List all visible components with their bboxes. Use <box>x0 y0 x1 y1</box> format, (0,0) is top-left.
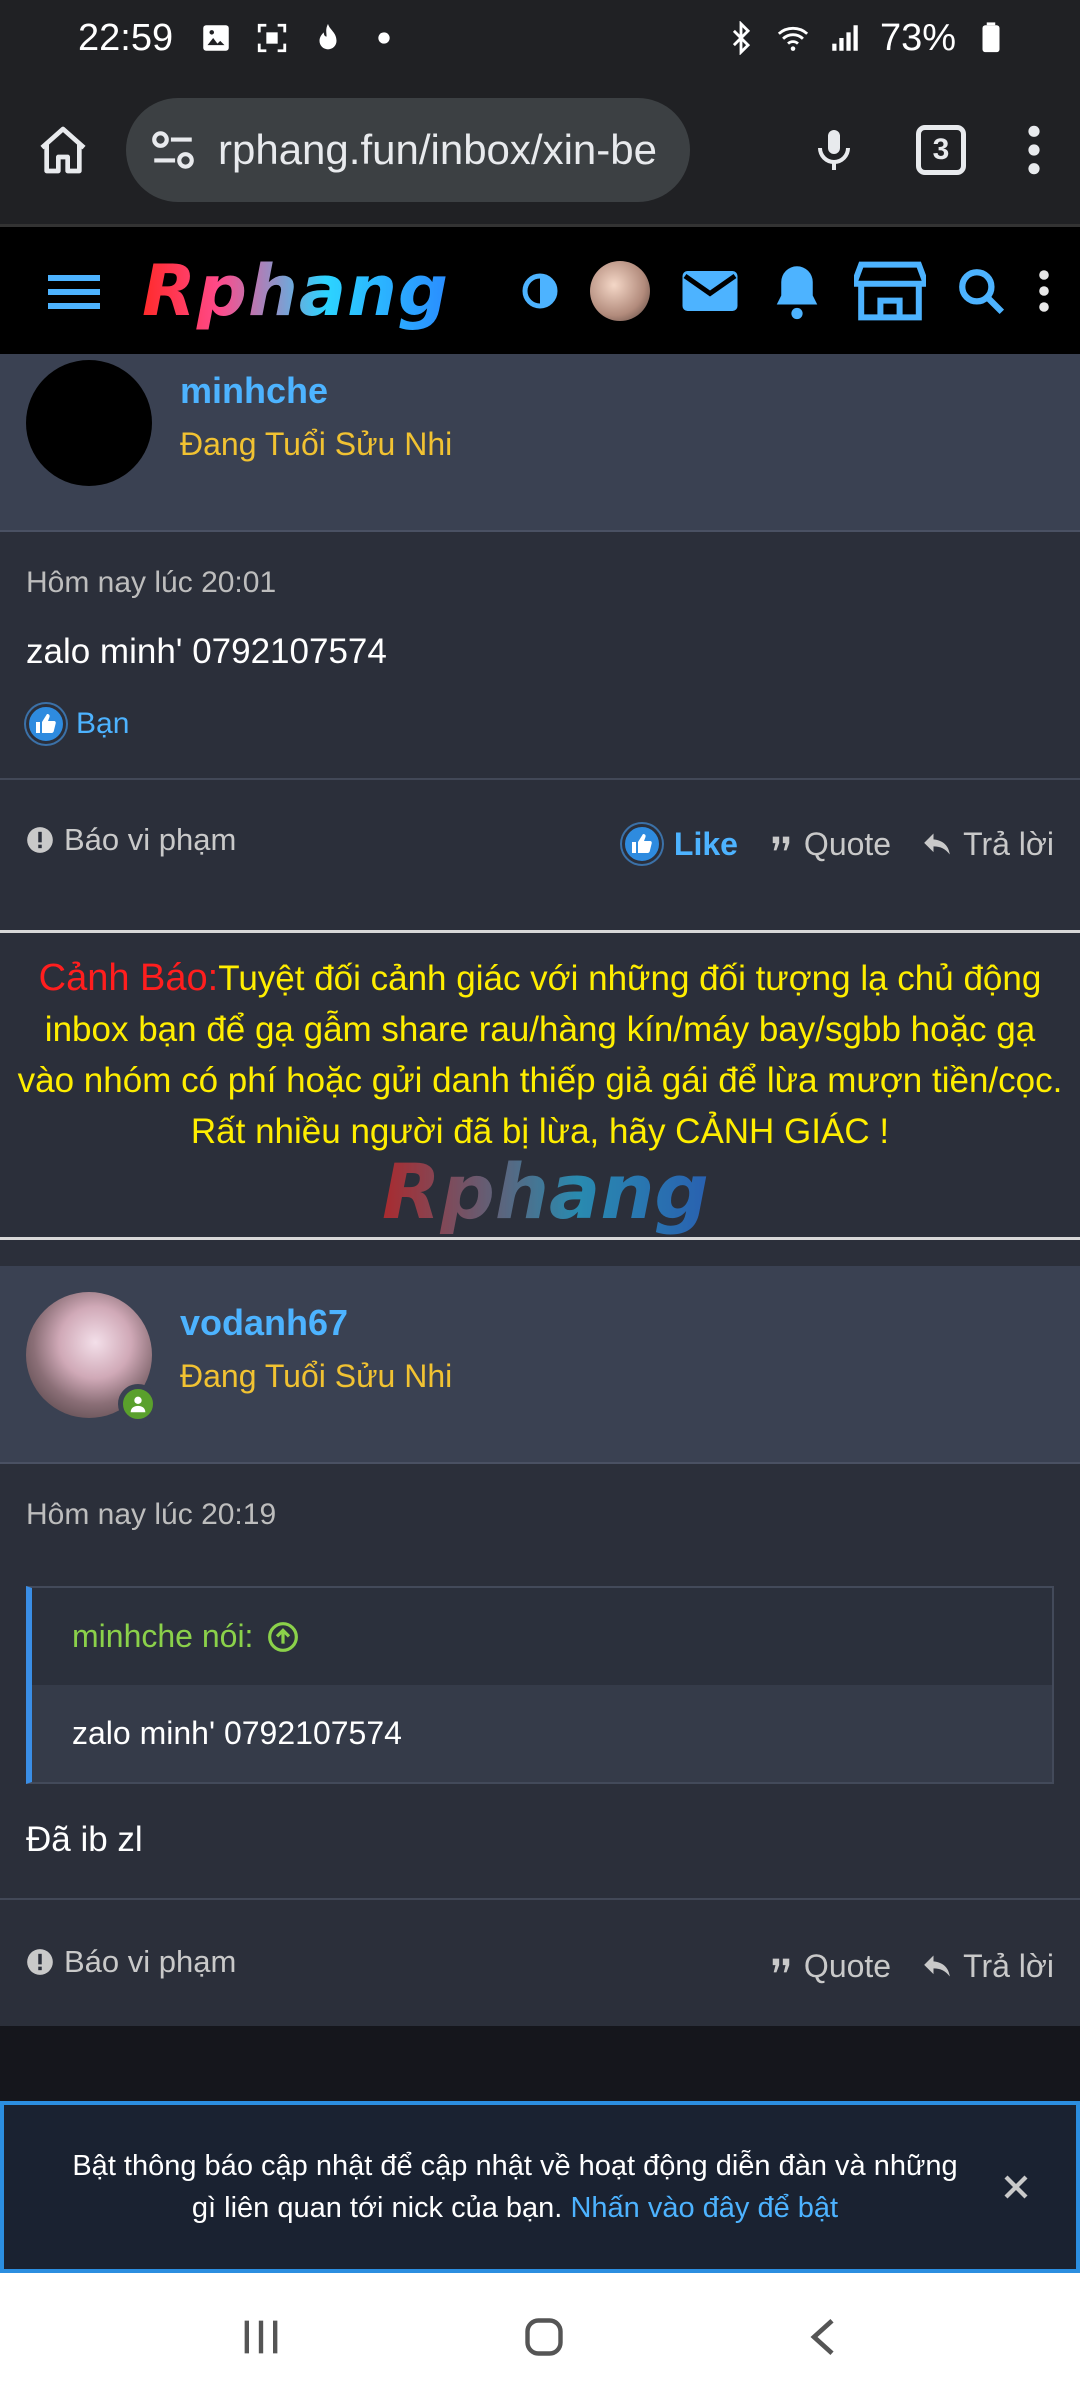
tab-switcher-button[interactable]: 3 <box>916 125 966 175</box>
post-user-header: minhche Đang Tuổi Sửu Nhi <box>0 354 1080 532</box>
status-right: 73% <box>724 17 1008 60</box>
post-username[interactable]: minhche <box>180 370 452 412</box>
close-notification-button[interactable] <box>996 2167 1036 2207</box>
mail-icon[interactable] <box>680 266 740 316</box>
post-time[interactable]: Hôm nay lúc 20:01 <box>26 532 1054 600</box>
browser-toolbar: rphang.fun/inbox/xin-be 3 <box>0 76 1080 224</box>
post-actions: Báo vi phạm Quote Trả lời <box>0 1898 1080 2024</box>
microphone-icon[interactable] <box>810 122 858 178</box>
reaction-list[interactable]: Bạn <box>26 704 1054 744</box>
reply-label[interactable]: Trả lời <box>963 1948 1054 1985</box>
store-icon[interactable] <box>854 259 926 323</box>
post-action-buttons: Quote Trả lời <box>770 1948 1054 1985</box>
quote-label[interactable]: Quote <box>804 1948 891 1985</box>
hamburger-menu-icon[interactable] <box>48 271 100 311</box>
reply-label[interactable]: Trả lời <box>963 826 1054 863</box>
notification-text: Bật thông báo cập nhật để cập nhật về ho… <box>64 2145 966 2229</box>
like-label[interactable]: Like <box>674 826 738 863</box>
status-time: 22:59 <box>78 16 174 59</box>
post-message: Đã ib zl <box>26 1820 143 1859</box>
theme-toggle-icon[interactable] <box>520 271 560 311</box>
battery-icon <box>982 22 1000 53</box>
status-notification-icons <box>199 21 401 55</box>
user-title: Đang Tuổi Sửu Nhi <box>180 1358 453 1394</box>
quote-block: minhche nói: zalo minh' 0792107574 <box>26 1586 1054 1784</box>
close-icon[interactable] <box>1001 2172 1031 2202</box>
like-button[interactable]: Like <box>621 824 738 864</box>
status-bar: 22:59 73% <box>0 0 1080 76</box>
report-label[interactable]: Báo vi phạm <box>64 1944 236 1980</box>
post-body: Hôm nay lúc 20:19 minhche nói: zalo minh… <box>0 1464 1080 1898</box>
browser-actions: 3 <box>810 122 1044 178</box>
avatar[interactable] <box>26 360 152 486</box>
online-status-icon <box>118 1384 158 1424</box>
thumbs-up-icon <box>621 824 662 864</box>
report-label[interactable]: Báo vi phạm <box>64 822 236 858</box>
site-logo[interactable]: Rphang <box>142 250 449 332</box>
avatar[interactable] <box>26 1292 158 1424</box>
site-nav-icons <box>520 259 1052 323</box>
quote-icon <box>772 1958 790 1973</box>
alert-icon <box>27 827 53 853</box>
reply-icon <box>924 1955 950 1977</box>
flame-icon <box>319 23 337 50</box>
quote-icon <box>772 836 790 851</box>
site-settings-icon[interactable] <box>148 125 198 175</box>
user-avatar[interactable] <box>590 260 650 321</box>
url-text[interactable]: rphang.fun/inbox/xin-be <box>218 126 657 174</box>
signal-icon <box>832 25 858 51</box>
report-button[interactable]: Báo vi phạm <box>26 1944 236 1980</box>
report-button[interactable]: Báo vi phạm <box>26 822 236 858</box>
recent-apps-icon[interactable] <box>239 2317 283 2357</box>
post-time[interactable]: Hôm nay lúc 20:19 <box>26 1464 1054 1532</box>
dot-icon <box>378 32 390 44</box>
wifi-icon <box>777 26 809 51</box>
quote-button[interactable]: Quote <box>770 1948 891 1985</box>
home-nav-icon[interactable] <box>522 2315 566 2359</box>
home-button[interactable] <box>30 117 96 183</box>
quote-author[interactable]: minhche nói: <box>72 1618 253 1655</box>
battery-percent: 73% <box>879 16 956 59</box>
quote-header[interactable]: minhche nói: <box>32 1588 1052 1685</box>
page-background <box>0 2026 1080 2101</box>
post-username[interactable]: vodanh67 <box>180 1302 452 1344</box>
site-header: Rphang <box>0 224 1080 354</box>
post-action-buttons: Like Quote Trả lời <box>621 824 1054 864</box>
android-navigation-bar <box>0 2273 1080 2400</box>
reply-button[interactable]: Trả lời <box>923 826 1054 863</box>
reply-icon <box>924 833 950 855</box>
search-icon[interactable] <box>956 266 1006 316</box>
warning-text: Cảnh Báo:Tuyệt đối cảnh giác với những đ… <box>14 953 1066 1106</box>
screenshot-icon <box>257 23 287 53</box>
more-vert-icon[interactable] <box>1036 264 1052 318</box>
bluetooth-icon <box>732 21 751 55</box>
reply-button[interactable]: Trả lời <box>923 1948 1054 1985</box>
post-body: Hôm nay lúc 20:01 zalo minh' 0792107574 … <box>0 532 1080 778</box>
enable-notifications-link[interactable]: Nhấn vào đây để bật <box>570 2192 838 2224</box>
post-minhche: minhche Đang Tuổi Sửu Nhi Hôm nay lúc 20… <box>0 354 1080 900</box>
reaction-label[interactable]: Bạn <box>76 707 129 741</box>
push-notification-prompt: Bật thông báo cập nhật để cập nhật về ho… <box>0 2101 1080 2273</box>
more-vert-icon[interactable] <box>1024 122 1044 178</box>
gallery-icon <box>203 25 229 51</box>
quote-button[interactable]: Quote <box>770 826 891 863</box>
bell-icon[interactable] <box>770 261 824 321</box>
address-bar[interactable]: rphang.fun/inbox/xin-be <box>126 98 690 202</box>
warning-label: Cảnh Báo: <box>38 957 219 999</box>
quote-label[interactable]: Quote <box>804 826 891 863</box>
alert-icon <box>27 1949 53 1975</box>
back-icon[interactable] <box>805 2315 841 2359</box>
user-title: Đang Tuổi Sửu Nhi <box>180 426 453 462</box>
logo-watermark: Rphang <box>382 1147 709 1236</box>
home-icon <box>40 126 86 174</box>
arrow-up-circle-icon[interactable] <box>267 1621 299 1653</box>
quote-content: zalo minh' 0792107574 <box>32 1685 1052 1782</box>
post-actions: Báo vi phạm Like Quote Trả lời <box>0 778 1080 900</box>
post-vodanh67: vodanh67 Đang Tuổi Sửu Nhi Hôm nay lúc 2… <box>0 1266 1080 2024</box>
post-user-header: vodanh67 Đang Tuổi Sửu Nhi <box>0 1266 1080 1464</box>
thumbs-up-icon <box>26 704 66 744</box>
scam-warning-banner: Cảnh Báo:Tuyệt đối cảnh giác với những đ… <box>0 930 1080 1240</box>
warning-text-2: Rất nhiều người đã bị lừa, hãy CẢNH GIÁC… <box>190 1112 890 1151</box>
post-message: zalo minh' 0792107574 <box>26 632 387 671</box>
